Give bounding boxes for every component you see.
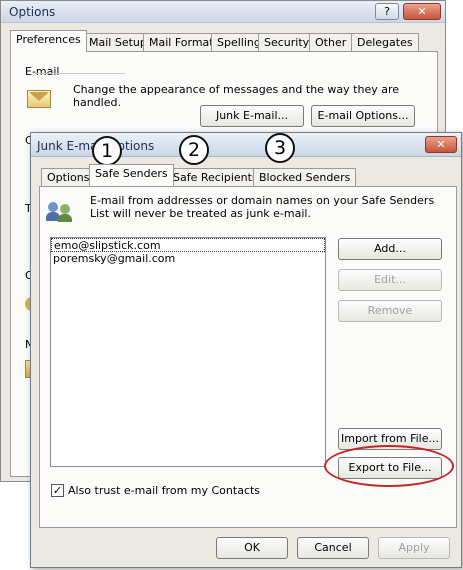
person-head-1 [48,202,58,212]
tab-security[interactable]: Security [258,33,316,52]
safe-senders-list[interactable]: emo@slipstick.com poremsky@gmail.com [50,237,326,467]
tab-delegates[interactable]: Delegates [351,33,419,52]
person-head-2 [60,204,70,214]
list-item[interactable]: poremsky@gmail.com [51,252,325,266]
junk-email-dialog: Junk E-mail Options ✕ Options Safe Sende… [30,132,462,568]
email-icon [27,90,51,108]
help-button[interactable]: ? [375,3,399,20]
cancel-button[interactable]: Cancel [297,537,369,559]
tab-junk-options[interactable]: Options [41,168,96,187]
ok-button[interactable]: OK [216,537,288,559]
tab-preferences[interactable]: Preferences [10,30,87,52]
edit-button[interactable]: Edit... [338,269,442,291]
email-options-button[interactable]: E-mail Options... [311,105,415,127]
highlight-oval [324,445,454,487]
apply-button[interactable]: Apply [378,537,450,559]
options-titlebar: Options ? ✕ [1,1,445,23]
callout-2: 2 [179,135,209,165]
tab-blocked-senders[interactable]: Blocked Senders [253,168,357,187]
tab-safe-recipients[interactable]: Safe Recipients [167,168,264,187]
callout-1: 1 [92,136,122,166]
section-divider [35,73,125,74]
tab-safe-senders[interactable]: Safe Senders [89,164,174,186]
person-body-2 [58,214,72,222]
trust-contacts-checkbox[interactable]: ✓ [51,484,64,497]
junk-email-button[interactable]: Junk E-mail... [200,105,304,127]
trust-contacts-label: Also trust e-mail from my Contacts [68,484,261,497]
people-icon [46,200,76,222]
tab-mail-format[interactable]: Mail Format [143,33,220,52]
safe-senders-description: E-mail from addresses or domain names on… [90,194,435,220]
options-title: Options [9,5,56,19]
add-button[interactable]: Add... [338,238,442,260]
options-close-button[interactable]: ✕ [403,3,441,20]
section-email-label: E-mail [25,65,60,78]
remove-button[interactable]: Remove [338,300,442,322]
callout-3: 3 [265,133,295,163]
tab-other[interactable]: Other [309,33,353,52]
safe-senders-panel: E-mail from addresses or domain names on… [39,186,457,528]
junk-close-button[interactable]: ✕ [425,136,457,153]
list-item[interactable]: emo@slipstick.com [51,238,325,252]
